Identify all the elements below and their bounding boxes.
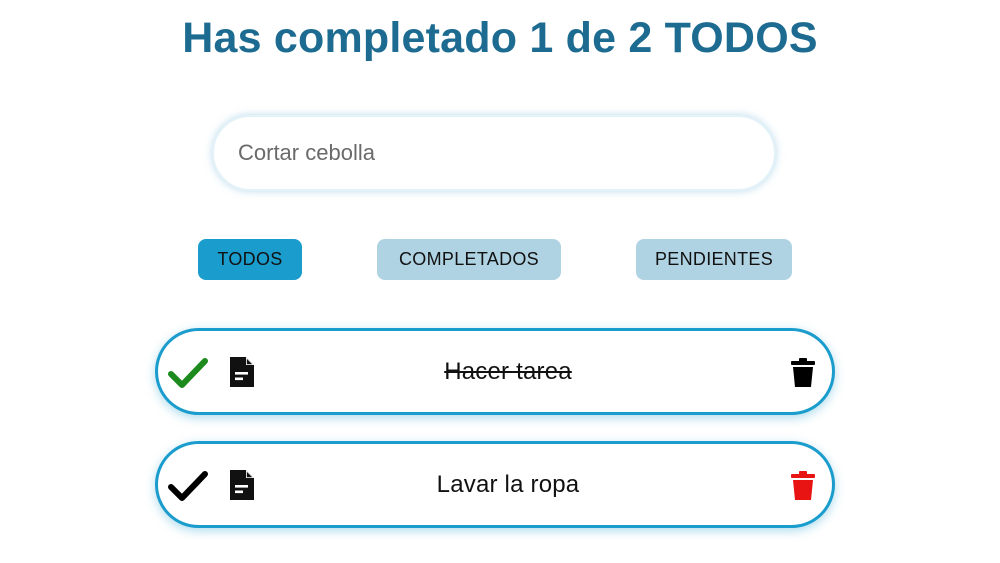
filter-completados-button[interactable]: COMPLETADOS	[377, 239, 561, 280]
document-icon[interactable]	[228, 468, 256, 502]
todo-app: Has completado 1 de 2 TODOS TODOS COMPLE…	[0, 0, 1000, 563]
todo-text: Hacer tarea	[444, 358, 572, 385]
todo-item: Hacer tarea	[155, 328, 835, 415]
new-todo-input[interactable]	[214, 117, 774, 189]
todo-text: Lavar la ropa	[436, 471, 580, 498]
todo-item: Lavar la ropa	[155, 441, 835, 528]
check-icon[interactable]	[168, 356, 208, 390]
filter-todos-button[interactable]: TODOS	[198, 239, 302, 280]
check-icon[interactable]	[168, 469, 208, 503]
trash-icon[interactable]	[790, 358, 816, 388]
search-box	[212, 115, 776, 191]
trash-icon[interactable]	[790, 471, 816, 501]
page-title: Has completado 1 de 2 TODOS	[182, 14, 818, 62]
document-icon[interactable]	[228, 355, 256, 389]
filter-pendientes-button[interactable]: PENDIENTES	[636, 239, 792, 280]
